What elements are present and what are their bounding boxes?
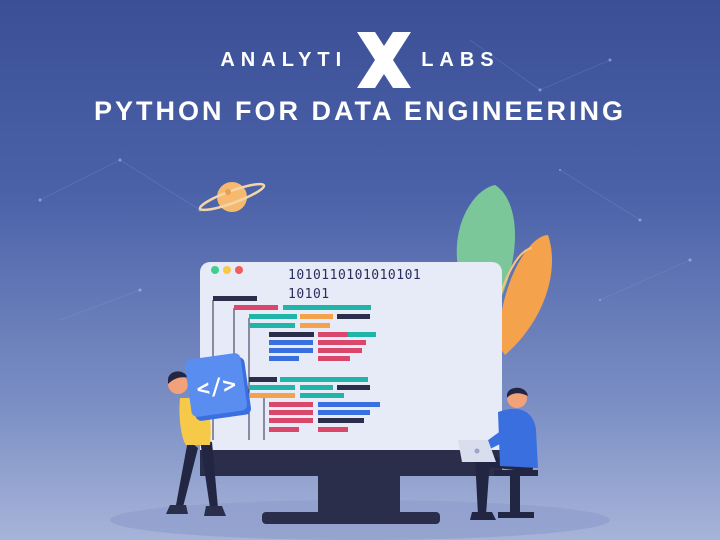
planet-icon: [198, 182, 266, 212]
binary-line-2: 10101: [288, 287, 330, 302]
window-dot-yellow: [223, 266, 231, 274]
window-dot-green: [211, 266, 219, 274]
monitor-bezel: [200, 450, 502, 476]
banner: ANALYTI LABS PYTHON FOR DATA ENGINEERING: [0, 0, 720, 540]
monitor-stand: [318, 470, 400, 516]
binary-line-1: 1010110101010101: [288, 268, 422, 283]
monitor-base: [262, 512, 440, 524]
window-dot-red: [235, 266, 243, 274]
code-brackets-icon: </>: [185, 353, 251, 421]
